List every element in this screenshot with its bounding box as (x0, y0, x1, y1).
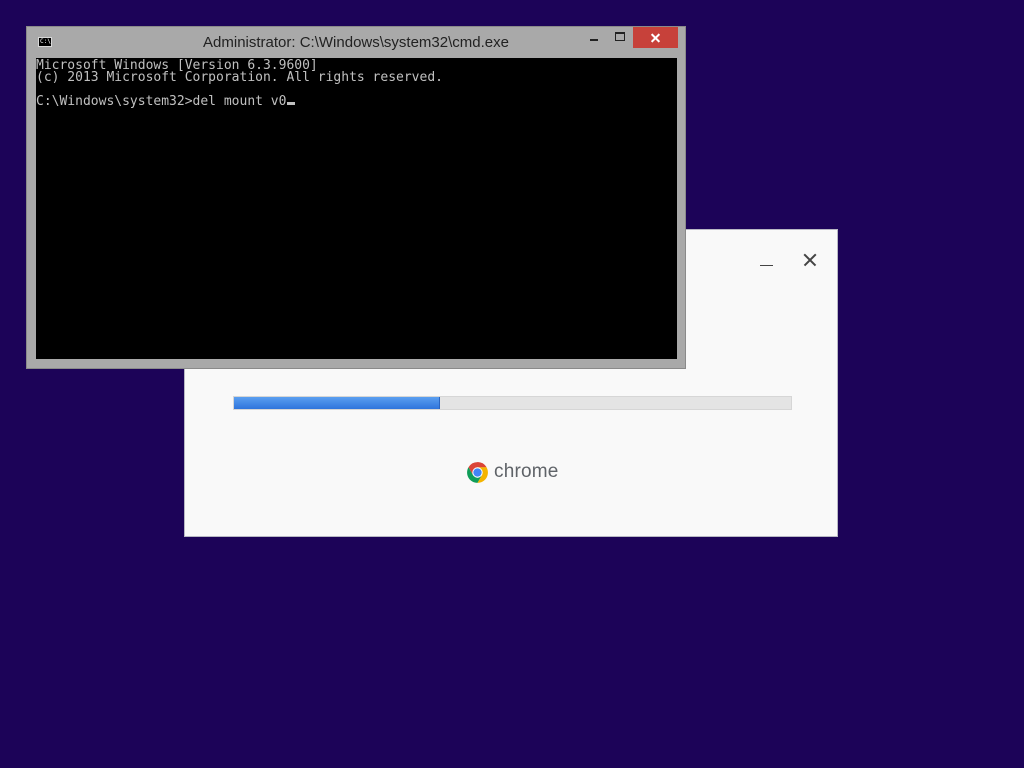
chrome-wordmark: chrome (494, 461, 559, 482)
close-icon[interactable] (799, 249, 821, 271)
chrome-brand: chrome (465, 459, 559, 485)
maximize-icon[interactable] (607, 27, 633, 48)
command-prompt-line[interactable]: C:\Windows\system32>del mount v0 (36, 94, 296, 109)
install-progress-bar (233, 396, 792, 410)
minimize-icon[interactable] (755, 252, 777, 274)
install-progress-fill (234, 397, 441, 409)
command-input[interactable]: C:\Windows\system32>del mount v0 (36, 94, 286, 109)
cmd-window[interactable]: C:\ Administrator: C:\Windows\system32\c… (26, 26, 686, 369)
close-icon[interactable] (633, 27, 678, 48)
minimize-icon[interactable] (580, 27, 607, 48)
chrome-logo-icon (465, 460, 490, 485)
console-line: (c) 2013 Microsoft Corporation. All righ… (36, 70, 443, 85)
text-cursor (287, 102, 296, 105)
cmd-titlebar[interactable]: C:\ Administrator: C:\Windows\system32\c… (27, 27, 685, 57)
console-output[interactable]: Microsoft Windows [Version 6.3.9600] (c)… (36, 58, 677, 359)
